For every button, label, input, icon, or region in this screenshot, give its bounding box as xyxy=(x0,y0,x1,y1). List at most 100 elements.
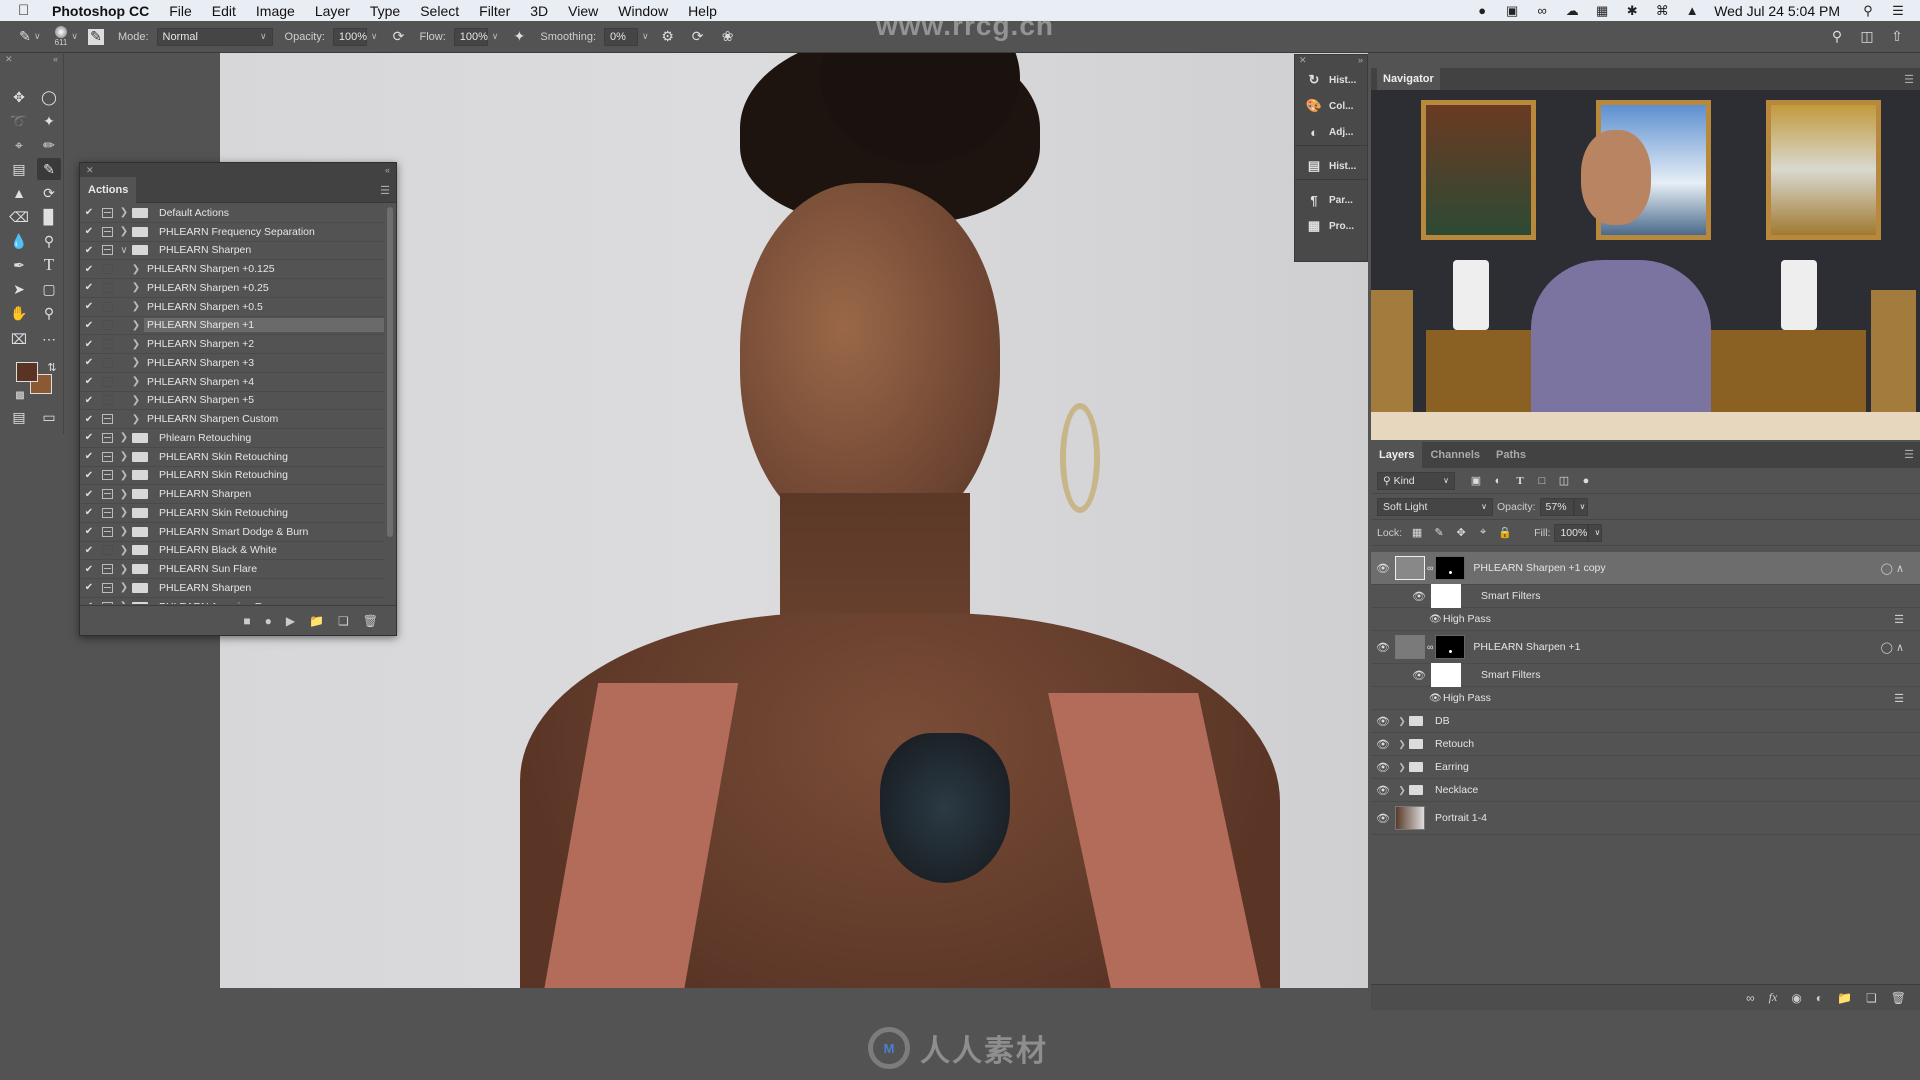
symmetry-butterfly-icon[interactable]: ❀ xyxy=(719,28,737,46)
flow-dropdown-icon[interactable]: ∨ xyxy=(492,31,499,42)
clone-stamp-tool-icon[interactable]: ▲ xyxy=(7,182,31,204)
brush-picker-caret-icon[interactable]: ∨ xyxy=(71,31,78,42)
link-icon[interactable]: ∞ xyxy=(1427,563,1433,573)
menu-layer[interactable]: Layer xyxy=(315,3,350,19)
lock-all-icon[interactable]: 🔒 xyxy=(1494,526,1516,539)
layer-row[interactable]: 👁 High Pass ☰ xyxy=(1371,687,1920,710)
layer-row[interactable]: 👁 Smart Filters xyxy=(1371,584,1920,608)
eyedropper-tool-icon[interactable]: ✏ xyxy=(37,134,61,156)
tab-paths[interactable]: Paths xyxy=(1488,442,1534,468)
menu-view[interactable]: View xyxy=(568,3,598,19)
toggle-item-checkbox[interactable]: ✔ xyxy=(80,264,98,275)
brush-settings-panel-icon[interactable]: ✎ xyxy=(87,28,104,45)
dodge-tool-icon[interactable]: ⚲ xyxy=(37,230,61,252)
expand-chevron-icon[interactable]: ❯ xyxy=(116,470,132,481)
menu-edit[interactable]: Edit xyxy=(212,3,236,19)
trash-icon[interactable]: 🗑 xyxy=(1891,991,1906,1005)
apple-menu-icon[interactable]:  xyxy=(18,2,38,19)
action-set-row[interactable]: ✔ ❯ PHLEARN Skin Retouching xyxy=(80,467,384,486)
expand-chevron-icon[interactable]: ❯ xyxy=(128,339,144,350)
toggle-dialog-icon[interactable] xyxy=(98,225,116,239)
healing-brush-tool-icon[interactable]: ▤ xyxy=(7,158,31,180)
visibility-eye-icon[interactable]: 👁 xyxy=(1371,562,1395,575)
expand-chevron-icon[interactable]: ❯ xyxy=(116,507,132,518)
visibility-eye-icon[interactable]: 👁 xyxy=(1429,614,1443,625)
toggle-dialog-icon[interactable] xyxy=(98,450,116,464)
action-row[interactable]: ✔ ❯ PHLEARN Sharpen +4 xyxy=(80,373,384,392)
panel-menu-icon[interactable]: ☰ xyxy=(380,184,390,197)
panel-paragraph[interactable]: ¶ Par... xyxy=(1295,187,1367,213)
toggle-dialog-icon[interactable] xyxy=(98,262,116,276)
toggle-dialog-icon[interactable] xyxy=(98,581,116,595)
link-layers-icon[interactable]: ∞ xyxy=(1746,991,1755,1005)
toggle-item-checkbox[interactable]: ✔ xyxy=(80,395,98,406)
visibility-eye-icon[interactable]: 👁 xyxy=(1371,715,1395,728)
menu-3d[interactable]: 3D xyxy=(530,3,548,19)
action-set-row[interactable]: ✔ ❯ PHLEARN Sharpen xyxy=(80,485,384,504)
layer-mask-thumbnail[interactable] xyxy=(1435,556,1466,580)
panel-adjustments[interactable]: ◐ Adj... xyxy=(1295,119,1367,145)
action-row[interactable]: ✔ ❯ PHLEARN Sharpen +1 xyxy=(80,317,384,336)
toggle-dialog-icon[interactable] xyxy=(98,300,116,314)
toggle-item-checkbox[interactable]: ✔ xyxy=(80,282,98,293)
toggle-dialog-icon[interactable] xyxy=(98,468,116,482)
frame-tool-icon[interactable]: ⌧ xyxy=(7,328,31,350)
new-layer-icon[interactable]: ❏ xyxy=(1866,991,1877,1005)
tab-actions[interactable]: Actions xyxy=(80,177,137,203)
cloud-icon[interactable]: ☁ xyxy=(1564,3,1580,18)
expand-chevron-icon[interactable]: ❯ xyxy=(116,451,132,462)
expand-chevron-icon[interactable]: ❯ xyxy=(128,376,144,387)
smoothing-settings-gear-icon[interactable]: ⚙ xyxy=(659,28,677,46)
toggle-item-checkbox[interactable]: ✔ xyxy=(80,470,98,481)
collapse-icon[interactable]: « xyxy=(385,165,390,175)
toggle-item-checkbox[interactable]: ✔ xyxy=(80,339,98,350)
expand-chevron-icon[interactable]: ❯ xyxy=(116,601,132,604)
layer-row[interactable]: 👁 Portrait 1-4 xyxy=(1371,802,1920,835)
visibility-eye-icon[interactable]: 👁 xyxy=(1407,590,1431,603)
layer-row[interactable]: 👁 ∞ PHLEARN Sharpen +1 ◯ ∧ xyxy=(1371,631,1920,664)
filter-smart-object-icon[interactable]: ◫ xyxy=(1553,474,1575,487)
filter-shape-icon[interactable]: □ xyxy=(1531,475,1553,487)
eraser-tool-icon[interactable]: ⌫ xyxy=(7,206,31,228)
notification-center-icon[interactable]: ☰ xyxy=(1890,3,1906,18)
history-brush-tool-icon[interactable]: ⟳ xyxy=(37,182,61,204)
layer-row[interactable]: 👁 Smart Filters xyxy=(1371,663,1920,687)
expand-chevron-icon[interactable]: ❯ xyxy=(128,414,144,425)
toggle-dialog-icon[interactable] xyxy=(98,600,116,604)
creative-cloud-icon[interactable]: ∞ xyxy=(1534,3,1550,18)
lock-pixels-icon[interactable]: ✎ xyxy=(1428,526,1450,539)
opacity-input[interactable]: 100% xyxy=(332,27,367,46)
expand-chevron-icon[interactable]: ❯ xyxy=(128,320,144,331)
layer-row[interactable]: 👁 High Pass ☰ xyxy=(1371,608,1920,631)
layer-row[interactable]: 👁 ❯ Retouch xyxy=(1371,733,1920,756)
toggle-item-checkbox[interactable]: ✔ xyxy=(80,207,98,218)
opacity-dropdown-icon[interactable]: ∨ xyxy=(371,31,378,42)
lock-transparency-icon[interactable]: ▦ xyxy=(1406,526,1428,539)
menu-type[interactable]: Type xyxy=(370,3,400,19)
tab-navigator[interactable]: Navigator xyxy=(1377,68,1440,90)
adjustment-layer-icon[interactable]: ◐ xyxy=(1816,991,1823,1005)
brush-tool-icon[interactable]: ✎ xyxy=(37,158,61,180)
new-group-icon[interactable]: 📁 xyxy=(1837,991,1852,1005)
toggle-dialog-icon[interactable] xyxy=(98,337,116,351)
toggle-item-checkbox[interactable]: ✔ xyxy=(80,301,98,312)
flow-input[interactable]: 100% xyxy=(453,27,488,46)
close-icon[interactable]: ✕ xyxy=(1299,55,1307,67)
toggle-dialog-icon[interactable] xyxy=(98,206,116,220)
app-icon[interactable]: ▦ xyxy=(1594,3,1610,18)
toggle-dialog-icon[interactable] xyxy=(98,393,116,407)
action-row[interactable]: ✔ ❯ PHLEARN Sharpen +0.125 xyxy=(80,260,384,279)
clock[interactable]: Wed Jul 24 5:04 PM xyxy=(1714,3,1840,19)
toggle-dialog-icon[interactable] xyxy=(98,243,116,257)
layer-row[interactable]: 👁 ∞ PHLEARN Sharpen +1 copy ◯ ∧ xyxy=(1371,552,1920,585)
toggle-dialog-icon[interactable] xyxy=(98,525,116,539)
menu-select[interactable]: Select xyxy=(420,3,459,19)
tab-layers[interactable]: Layers xyxy=(1371,442,1423,468)
lock-artboard-icon[interactable]: ⌖ xyxy=(1472,526,1494,539)
trash-icon[interactable]: 🗑 xyxy=(363,614,378,628)
gradient-tool-icon[interactable]: ▉ xyxy=(37,206,61,228)
expand-chevron-icon[interactable]: ❯ xyxy=(116,432,132,443)
toggle-dialog-icon[interactable] xyxy=(98,356,116,370)
bluetooth-icon[interactable]: ✱ xyxy=(1624,3,1640,18)
panel-menu-icon[interactable]: ☰ xyxy=(1904,448,1914,461)
